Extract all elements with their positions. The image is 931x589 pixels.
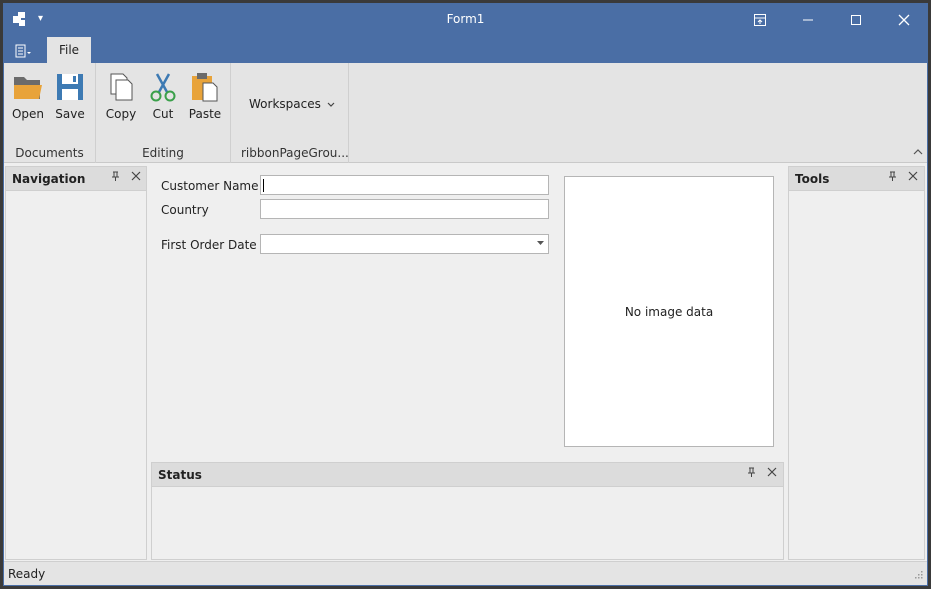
tools-panel: Tools <box>788 166 925 560</box>
status-panel: Status <box>151 462 784 560</box>
scissors-icon <box>150 73 176 102</box>
ribbon-group-workspaces: Workspaces ribbonPageGrou... <box>231 63 349 163</box>
copy-label: Copy <box>105 107 137 121</box>
country-field[interactable] <box>260 199 549 219</box>
minimize-icon[interactable] <box>790 8 826 32</box>
clipboard-paste-icon <box>192 73 218 102</box>
pin-icon[interactable] <box>888 171 897 185</box>
open-label: Open <box>11 107 45 121</box>
collapse-ribbon-icon[interactable] <box>913 147 923 158</box>
floppy-disk-icon <box>57 74 83 100</box>
first-order-date-field[interactable] <box>260 234 549 254</box>
copy-button[interactable]: Copy <box>101 71 141 121</box>
no-image-text: No image data <box>624 304 714 319</box>
maximize-icon[interactable] <box>838 8 874 32</box>
group-caption-documents: Documents <box>15 146 84 160</box>
image-box[interactable]: No image data <box>564 176 774 447</box>
status-text: Ready <box>8 567 46 581</box>
window-title: Form1 <box>446 12 485 26</box>
save-button[interactable]: Save <box>50 71 90 121</box>
workspaces-label: Workspaces <box>249 97 321 111</box>
status-bar: Ready <box>4 561 927 585</box>
paste-label: Paste <box>188 107 222 121</box>
navigation-panel-header: Navigation <box>6 167 146 191</box>
tab-file[interactable]: File <box>47 37 91 63</box>
chevron-down-icon <box>327 102 335 107</box>
tools-panel-header: Tools <box>789 167 924 191</box>
close-icon[interactable] <box>131 170 141 185</box>
cut-button[interactable]: Cut <box>143 71 183 121</box>
close-icon[interactable] <box>767 466 777 481</box>
customer-name-field[interactable] <box>260 175 549 195</box>
country-label: Country <box>161 203 209 217</box>
ribbon-group-editing: Copy Cut Paste Editing <box>96 63 231 163</box>
workspaces-button[interactable]: Workspaces <box>249 97 335 111</box>
resize-grip-icon[interactable] <box>913 569 923 582</box>
cut-label: Cut <box>152 107 174 121</box>
group-caption-workspaces: ribbonPageGrou... <box>241 146 348 160</box>
title-bar: ▾ Form1 <box>4 4 927 37</box>
copy-icon <box>110 73 133 101</box>
dropdown-arrow-icon[interactable] <box>537 239 544 248</box>
ribbon: Open Save Documents Copy Cut Paste Editi… <box>4 63 927 163</box>
ribbon-group-documents: Open Save Documents <box>4 63 96 163</box>
save-label: Save <box>55 107 85 121</box>
first-order-date-label: First Order Date <box>161 238 257 252</box>
open-button[interactable]: Open <box>8 71 48 121</box>
text-caret <box>263 179 264 192</box>
pin-icon[interactable] <box>747 467 756 481</box>
group-caption-editing: Editing <box>142 146 184 160</box>
paste-button[interactable]: Paste <box>185 71 225 121</box>
ribbon-display-options-icon[interactable] <box>742 8 778 32</box>
navigation-panel: Navigation <box>5 166 147 560</box>
folder-open-icon <box>14 77 42 99</box>
application-menu-icon[interactable] <box>10 41 38 61</box>
tools-panel-title: Tools <box>795 172 830 186</box>
close-icon[interactable] <box>908 170 918 185</box>
main-window: ▾ Form1 File Open Save Documents Copy Cu… <box>3 3 928 586</box>
pin-icon[interactable] <box>111 171 120 185</box>
close-window-icon[interactable] <box>886 8 922 32</box>
ribbon-tab-row: File <box>4 37 927 63</box>
status-panel-title: Status <box>158 468 202 482</box>
navigation-panel-title: Navigation <box>12 172 86 186</box>
status-panel-header: Status <box>152 463 783 487</box>
customer-name-label: Customer Name <box>161 179 259 193</box>
